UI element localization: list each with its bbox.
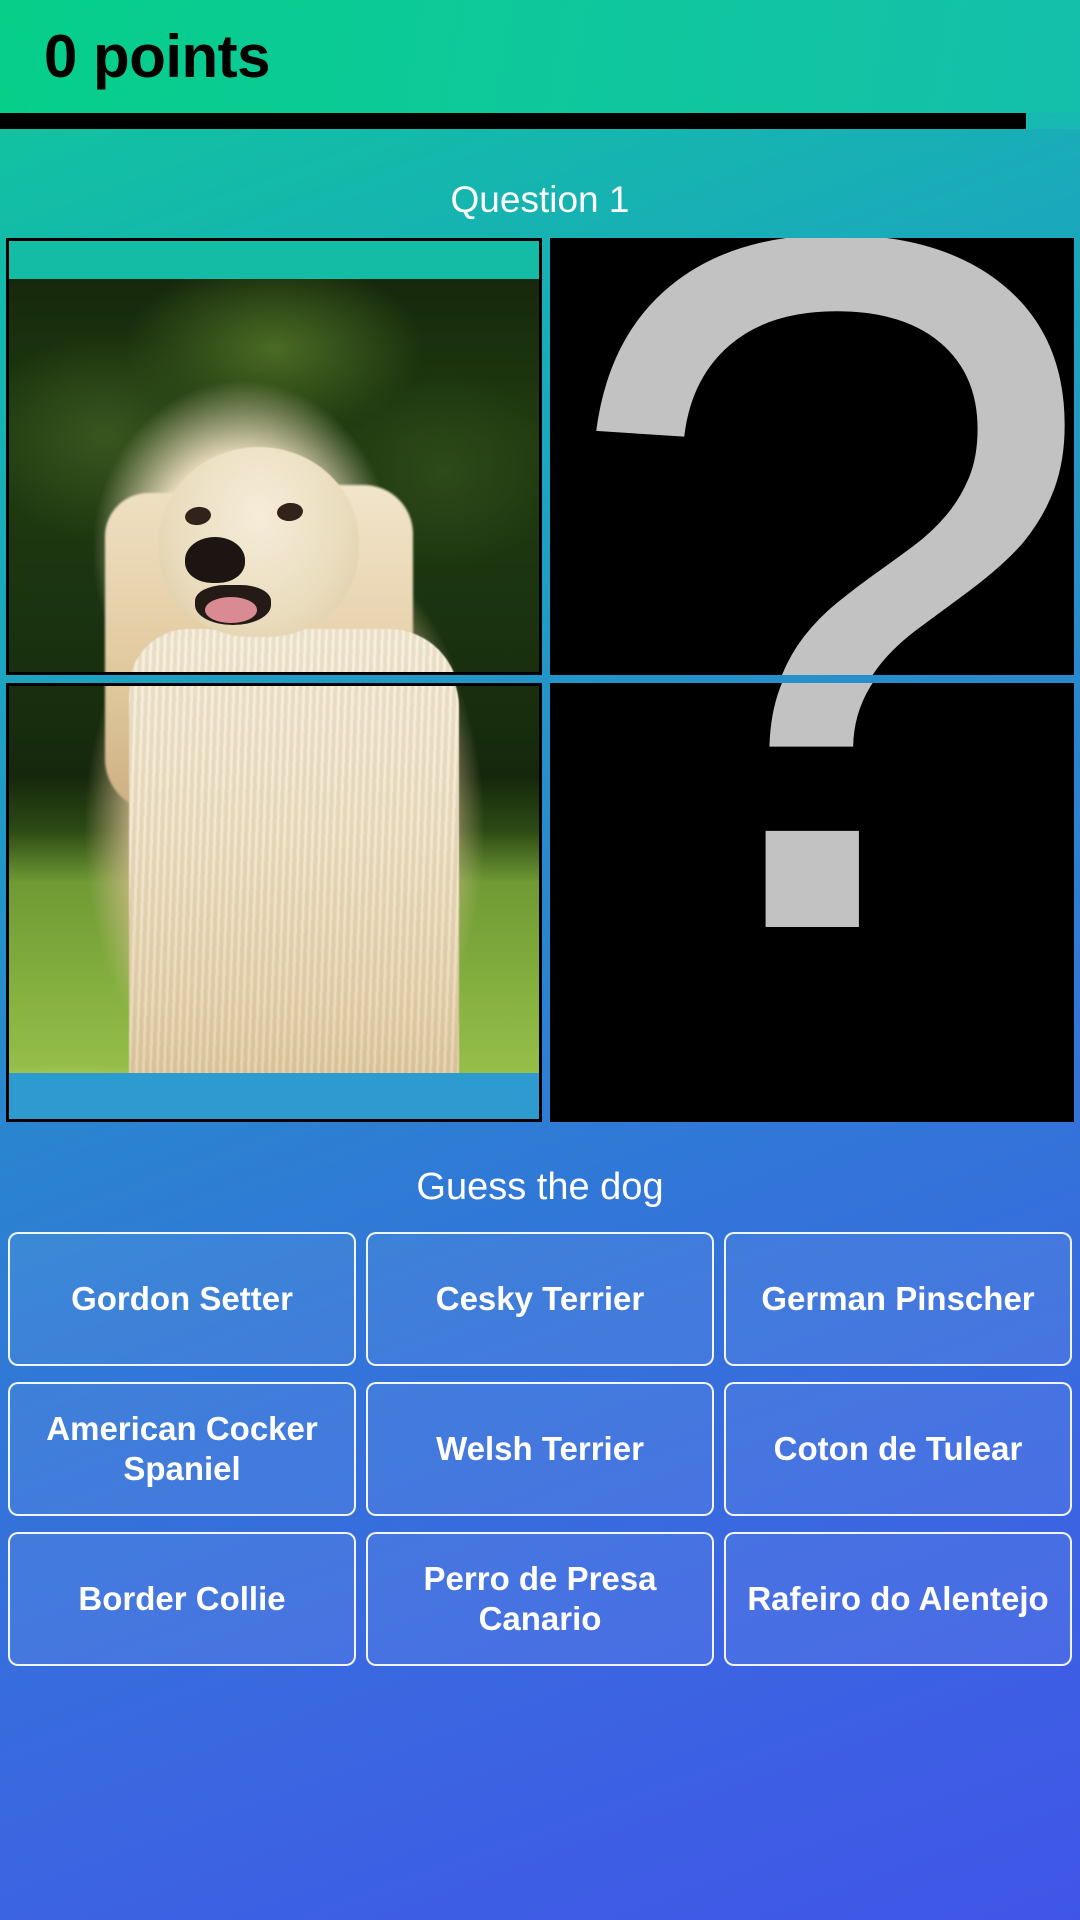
question-mark-icon: ?: [550, 238, 1074, 675]
progress-fill: [0, 113, 1026, 129]
dog-face-details: [9, 279, 539, 672]
puzzle-tile-bottom-right[interactable]: ?: [550, 683, 1074, 1122]
question-number-label: Question 1: [450, 179, 630, 220]
answer-options-grid: Gordon Setter Cesky Terrier German Pinsc…: [8, 1232, 1072, 1666]
dog-tongue: [205, 597, 257, 623]
dog-coat: [129, 629, 459, 672]
answer-button-9[interactable]: Rafeiro do Alentejo: [724, 1532, 1072, 1666]
dog-body-details: [9, 686, 539, 1119]
dog-snout: [185, 537, 245, 583]
hidden-tile-background: ?: [550, 238, 1074, 675]
dog-coat: [129, 686, 459, 1119]
guess-prompt-label: Guess the dog: [416, 1166, 664, 1208]
puzzle-tile-bottom-left[interactable]: [6, 683, 542, 1122]
answer-button-3[interactable]: German Pinscher: [724, 1232, 1072, 1366]
answer-button-2[interactable]: Cesky Terrier: [366, 1232, 714, 1366]
score-label: 0 points: [44, 22, 271, 90]
hidden-tile-background: ?: [550, 683, 1074, 1122]
answer-button-1[interactable]: Gordon Setter: [8, 1232, 356, 1366]
dog-photo-bottom: [9, 686, 539, 1119]
puzzle-tile-top-right[interactable]: ?: [550, 238, 1074, 675]
answer-button-8[interactable]: Perro de Presa Canario: [366, 1532, 714, 1666]
answer-button-7[interactable]: Border Collie: [8, 1532, 356, 1666]
question-mark-icon: ?: [550, 683, 1074, 1078]
letterbox-band-bottom: [9, 1073, 539, 1119]
letterbox-band-top: [9, 241, 539, 279]
answer-button-5[interactable]: Welsh Terrier: [366, 1382, 714, 1516]
puzzle-tile-top-left[interactable]: [6, 238, 542, 675]
image-puzzle-grid: ? ?: [6, 238, 1074, 1122]
question-progress-bar: [0, 113, 1080, 129]
answer-button-4[interactable]: American Cocker Spaniel: [8, 1382, 356, 1516]
dog-photo-top: [9, 279, 539, 672]
score-header: 0 points: [0, 0, 1080, 113]
answer-button-6[interactable]: Coton de Tulear: [724, 1382, 1072, 1516]
